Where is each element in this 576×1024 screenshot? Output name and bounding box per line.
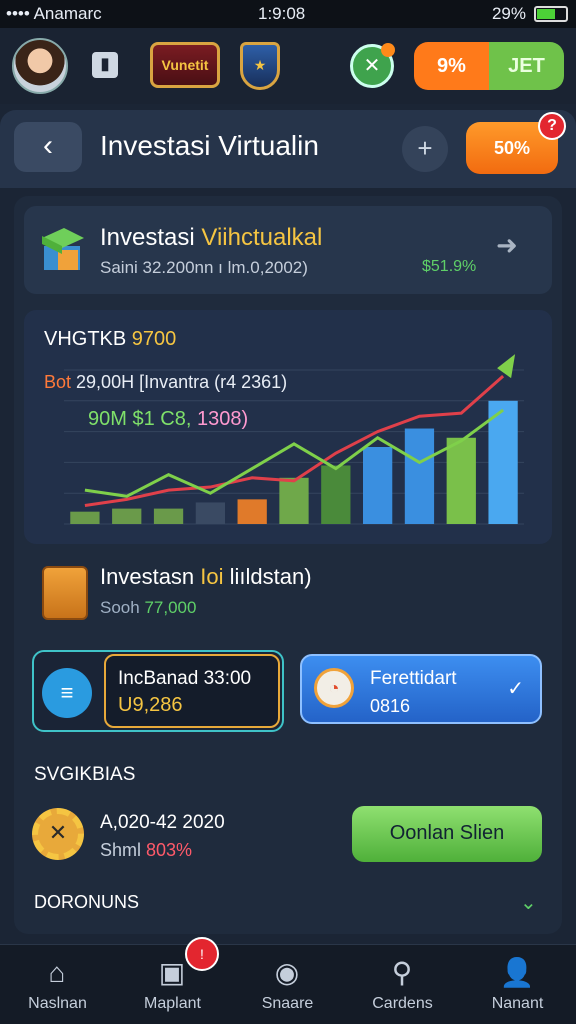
- stat-left-label: IncBanad 33:00: [118, 668, 252, 689]
- chart-line-2: Bot 29,00H [Invantra (r4 2361): [44, 372, 288, 392]
- stack-icon: [42, 228, 84, 270]
- safe-icon: [42, 566, 88, 620]
- clock: 1:9:08: [258, 4, 306, 23]
- nav-item-profile[interactable]: 👤 Nanant: [460, 945, 575, 1024]
- nav-label: Nanant: [491, 995, 544, 1012]
- nav-item-map[interactable]: ▣ ! Maplant: [115, 937, 230, 1024]
- chart-bar: [195, 502, 225, 524]
- nav-label: Naslnan: [28, 995, 87, 1012]
- avatar[interactable]: [12, 38, 68, 94]
- menu-icon[interactable]: ▮: [92, 52, 118, 78]
- chart-bar: [112, 508, 142, 524]
- notification-badge: ?: [538, 112, 566, 140]
- status-bar: •••• Anamarc 1:9:08 29%: [0, 0, 576, 28]
- nav-badge: !: [185, 937, 219, 971]
- page-header: ‹ Investasi Virtualin + 50% ?: [0, 110, 576, 188]
- chart-bar: [404, 428, 435, 524]
- percent-label: 50%: [493, 138, 531, 158]
- event-badge[interactable]: Vunetit: [150, 42, 220, 88]
- nav-item-share[interactable]: ◉ Snaare: [230, 945, 345, 1024]
- action-button[interactable]: Oonlan Slien: [352, 806, 542, 862]
- profile-icon: 👤: [499, 957, 535, 988]
- footer-heading: DORONUNS: [34, 892, 140, 912]
- card-subtitle: Saini 32.200nn ı lm.0,2002): [100, 258, 308, 277]
- add-button[interactable]: +: [402, 126, 448, 172]
- notification-dot: [381, 43, 395, 57]
- chart-bar: [279, 477, 309, 524]
- trend-arrow-head: [497, 354, 516, 379]
- stat-box-left[interactable]: ≡ IncBanad 33:00 U9,286: [32, 650, 284, 732]
- stat-box-right[interactable]: ◔ Ferettidart 0816 ✓: [300, 654, 542, 724]
- invest-subtitle: Sooh 77,000: [100, 598, 197, 617]
- bonus-icon[interactable]: ✕: [350, 43, 395, 88]
- section-heading: SVGIKBIAS: [34, 764, 136, 785]
- chart-bar: [321, 465, 351, 524]
- stat-right-label: Ferettidart: [370, 668, 457, 689]
- wallet-icon: ≡: [42, 668, 92, 718]
- chart-bar: [70, 511, 100, 524]
- section-date: A,020-42 2020: [100, 812, 225, 833]
- cards-icon: ⚲: [391, 957, 413, 988]
- gear-icon: ✕: [32, 808, 84, 860]
- growth-chart: VHGTKB 9700 Bot 29,00H [Invantra (r4 236…: [24, 310, 552, 544]
- chart-bar: [363, 447, 393, 524]
- top-header: ▮ Vunetit ★ ✕ 9% JET: [0, 28, 576, 104]
- shield-icon[interactable]: ★: [240, 42, 280, 90]
- nav-item-home[interactable]: ⌂ Naslnan: [0, 945, 115, 1024]
- pie-icon: ◔: [314, 668, 354, 708]
- chart-bar: [446, 437, 476, 524]
- card-title: Investasi Viihctualkal: [100, 224, 323, 251]
- stat-right-value: 0816: [370, 696, 411, 716]
- home-icon: ⌂: [48, 957, 66, 988]
- pill-right-label: JET: [508, 54, 545, 77]
- carrier-label: •••• Anamarc: [6, 4, 102, 23]
- chevron-down-icon[interactable]: ⌄: [520, 890, 537, 915]
- share-icon: ◉: [274, 957, 300, 988]
- pill-left-label: 9%: [437, 54, 466, 77]
- chart-bar: [153, 508, 184, 524]
- map-icon: ▣: [158, 957, 186, 988]
- stat-left-value: U9,286: [118, 694, 183, 716]
- chart-line-1: VHGTKB 9700: [44, 328, 177, 350]
- event-badge-label: Vunetit: [161, 57, 209, 73]
- card-value: $51.9%: [422, 258, 477, 275]
- section-share: Shml 803%: [100, 840, 193, 860]
- investment-card[interactable]: Investasi Viihctualkal Saini 32.200nn ı …: [24, 206, 552, 294]
- arrow-right-icon[interactable]: ➜: [496, 230, 518, 261]
- battery-percent: 29%: [491, 4, 526, 23]
- percent-button[interactable]: 50% ?: [466, 112, 566, 174]
- invest-title: Investasn Ioi liıldstan): [100, 564, 312, 589]
- nav-label: Cardens: [372, 995, 433, 1012]
- nav-label: Maplant: [144, 995, 201, 1012]
- nav-label: Snaare: [261, 995, 314, 1012]
- nav-item-cards[interactable]: ⚲ Cardens: [345, 945, 460, 1024]
- battery-icon: [534, 6, 568, 22]
- chart-bar: [237, 499, 267, 524]
- chart-line-3: 90M $1 C8, 1308): [88, 408, 249, 430]
- back-button[interactable]: ‹: [14, 122, 82, 172]
- check-icon: ✓: [507, 678, 524, 700]
- bonus-pill[interactable]: 9% JET: [414, 42, 564, 90]
- page-title: Investasi Virtualin: [100, 130, 319, 161]
- bottom-nav: ⌂ Naslnan ▣ ! Maplant ◉ Snaare ⚲ Cardens…: [0, 937, 576, 1024]
